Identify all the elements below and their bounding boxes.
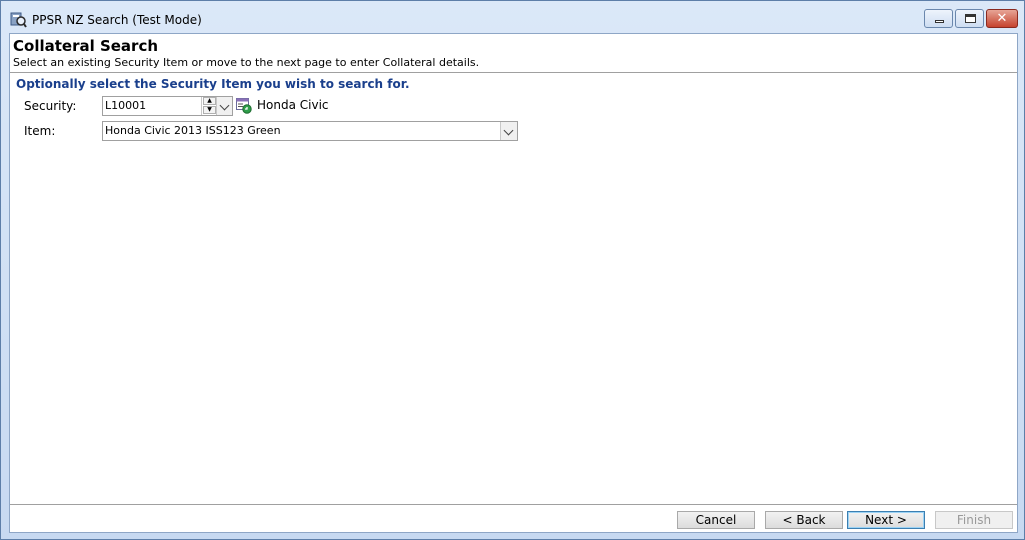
spin-up-button[interactable]: ▲ xyxy=(203,97,216,105)
security-description: Honda Civic xyxy=(257,98,329,112)
security-combo[interactable]: L10001 ▲ ▼ xyxy=(102,96,233,116)
cancel-button[interactable]: Cancel xyxy=(677,511,755,529)
maximize-button[interactable] xyxy=(955,9,984,28)
close-icon: ✕ xyxy=(996,11,1008,26)
wizard-page: Collateral Search Select an existing Sec… xyxy=(9,33,1018,533)
security-value: L10001 xyxy=(105,99,147,112)
page-header: Collateral Search Select an existing Sec… xyxy=(10,34,1017,73)
maximize-icon xyxy=(965,14,976,23)
back-button[interactable]: < Back xyxy=(765,511,843,529)
spin-down-button[interactable]: ▼ xyxy=(203,106,216,114)
page-title: Collateral Search xyxy=(13,37,159,55)
item-value: Honda Civic 2013 ISS123 Green xyxy=(105,124,281,137)
page-subtitle: Select an existing Security Item or move… xyxy=(13,56,480,69)
security-label: Security: xyxy=(24,99,77,113)
window-title: PPSR NZ Search (Test Mode) xyxy=(32,13,202,27)
window-controls: ✕ xyxy=(924,9,1018,28)
minimize-icon xyxy=(935,20,944,23)
security-spinner[interactable]: ▲ ▼ xyxy=(201,97,216,115)
chevron-down-icon xyxy=(503,125,514,136)
lookup-icon[interactable] xyxy=(236,97,252,114)
main-window: PPSR NZ Search (Test Mode) ✕ Collateral … xyxy=(0,0,1025,540)
item-select[interactable]: Honda Civic 2013 ISS123 Green xyxy=(102,121,518,141)
item-dropdown-button[interactable] xyxy=(500,122,517,140)
title-bar: PPSR NZ Search (Test Mode) ✕ xyxy=(1,1,1024,33)
next-button[interactable]: Next > xyxy=(847,511,925,529)
minimize-button[interactable] xyxy=(924,9,953,28)
footer-divider xyxy=(10,504,1017,505)
instruction-text: Optionally select the Security Item you … xyxy=(16,77,410,91)
item-label: Item: xyxy=(24,124,56,138)
finish-button: Finish xyxy=(935,511,1013,529)
security-dropdown-button[interactable] xyxy=(216,97,232,115)
close-button[interactable]: ✕ xyxy=(986,9,1018,28)
app-icon xyxy=(10,11,27,28)
chevron-down-icon xyxy=(219,100,230,111)
